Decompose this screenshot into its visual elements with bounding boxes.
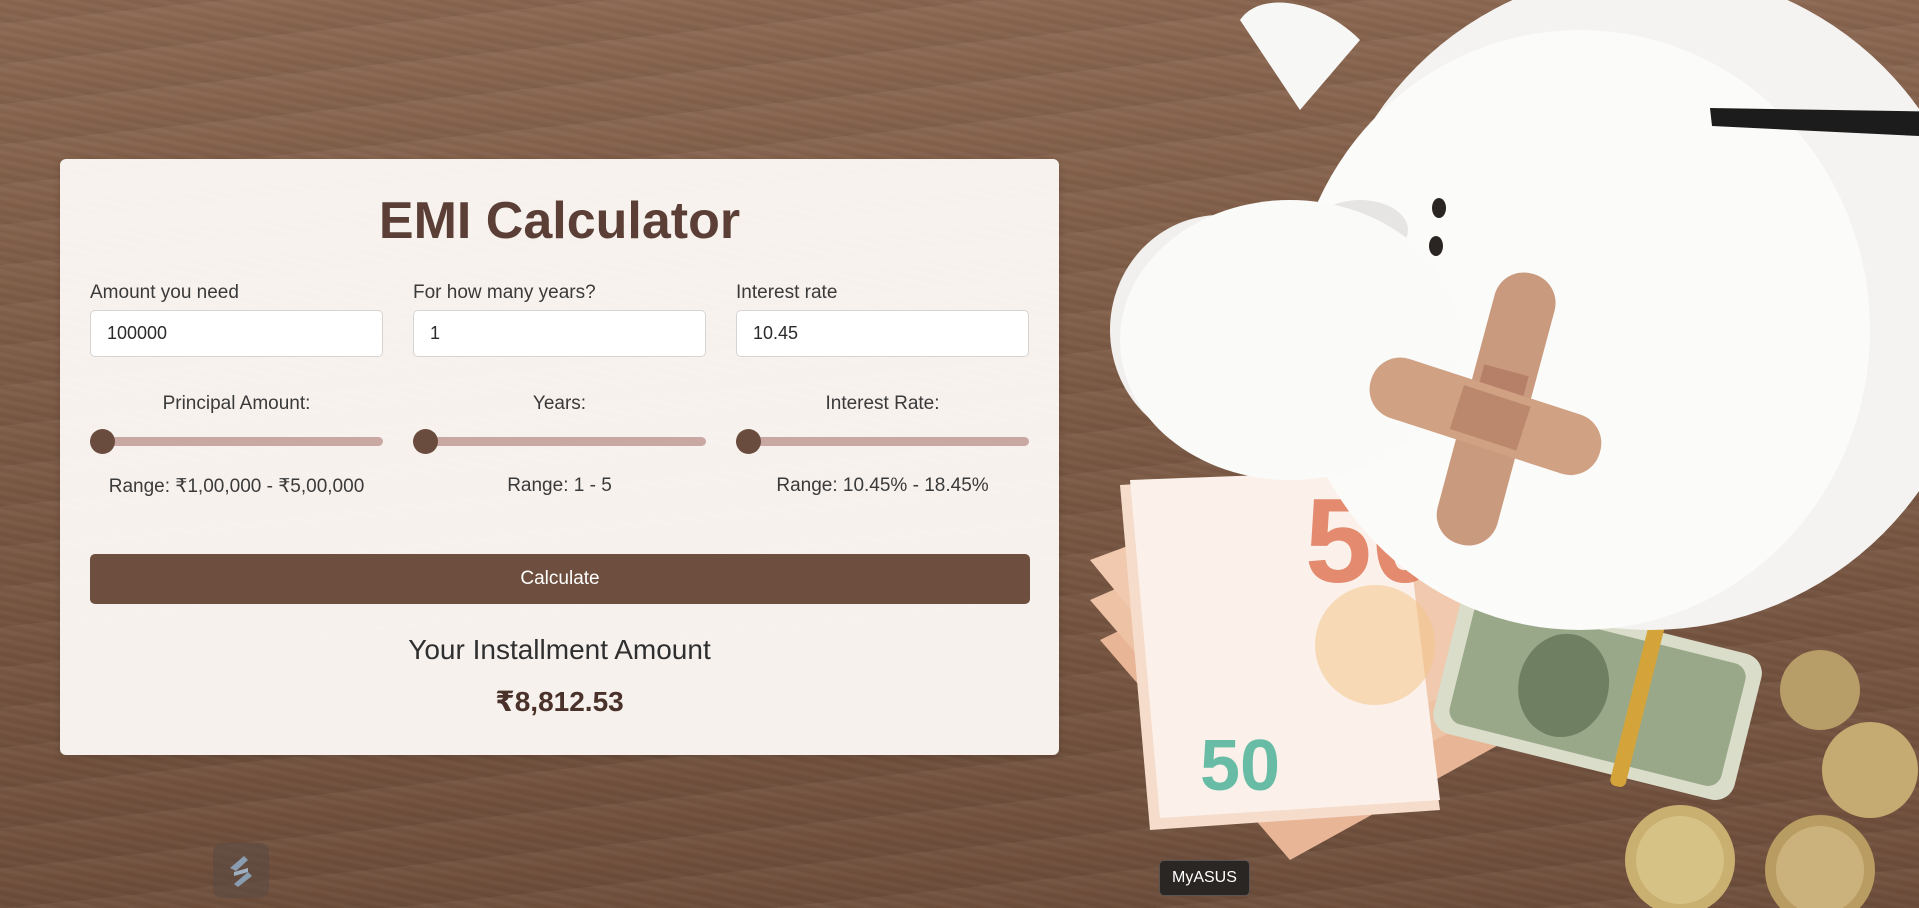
years-range-text: Range: 1 - 5 bbox=[507, 475, 612, 496]
principal-slider-track bbox=[90, 437, 383, 446]
years-label: For how many years? bbox=[413, 282, 596, 303]
interest-input[interactable] bbox=[736, 310, 1029, 357]
interest-range-text: Range: 10.45% - 18.45% bbox=[776, 475, 989, 496]
years-input[interactable] bbox=[413, 310, 706, 357]
principal-slider-label: Principal Amount: bbox=[162, 393, 311, 414]
app-logo-glyph-icon bbox=[230, 855, 252, 887]
interest-slider[interactable] bbox=[736, 429, 1029, 454]
svg-text:50: 50 bbox=[1200, 726, 1280, 806]
amount-label: Amount you need bbox=[90, 282, 239, 303]
years-slider-thumb[interactable] bbox=[413, 429, 438, 454]
installment-heading: Your Installment Amount bbox=[408, 634, 711, 665]
years-slider[interactable] bbox=[413, 429, 706, 454]
interest-slider-label: Interest Rate: bbox=[825, 393, 940, 414]
principal-slider-thumb[interactable] bbox=[90, 429, 115, 454]
installment-amount: ₹8,812.53 bbox=[495, 686, 624, 717]
interest-column: Interest rate Interest Rate: Range: 10.4… bbox=[736, 282, 1029, 497]
amount-input[interactable] bbox=[90, 310, 383, 357]
interest-label: Interest rate bbox=[736, 282, 838, 303]
years-slider-track bbox=[413, 437, 706, 446]
interest-slider-track bbox=[736, 437, 1029, 446]
app-logo-icon[interactable] bbox=[213, 843, 269, 898]
amount-column: Amount you need Principal Amount: Range:… bbox=[90, 282, 383, 498]
background-piggy-bank-image: 50 50 bbox=[1060, 0, 1919, 908]
years-slider-label: Years: bbox=[532, 393, 587, 414]
principal-slider[interactable] bbox=[90, 429, 383, 454]
emi-calculator-card: EMI Calculator Amount you need Principal… bbox=[60, 159, 1059, 755]
calculate-button[interactable]: Calculate bbox=[90, 554, 1030, 604]
principal-range-text: Range: ₹1,00,000 - ₹5,00,000 bbox=[108, 476, 365, 497]
taskbar-tooltip: MyASUS bbox=[1159, 860, 1250, 896]
interest-slider-thumb[interactable] bbox=[736, 429, 761, 454]
years-column: For how many years? Years: Range: 1 - 5 bbox=[413, 282, 706, 497]
page-title: EMI Calculator bbox=[378, 192, 741, 250]
